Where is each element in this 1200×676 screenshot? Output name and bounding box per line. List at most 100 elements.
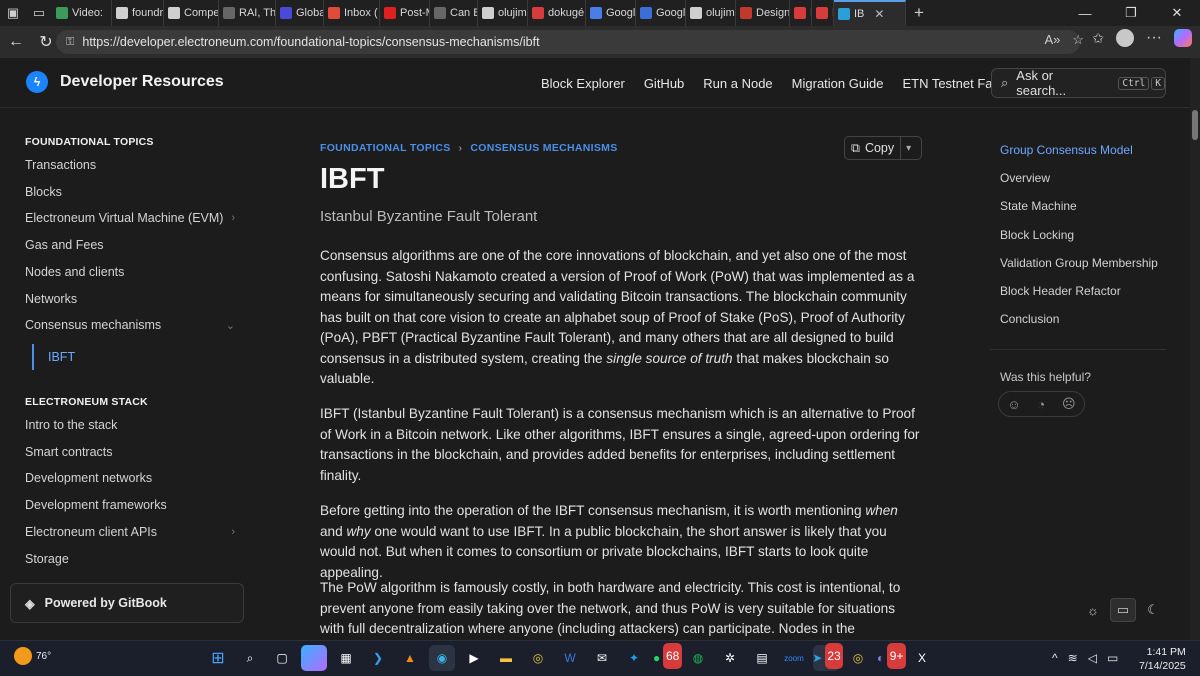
chrome-icon[interactable]: ◎: [525, 645, 551, 671]
nav-github[interactable]: GitHub: [644, 76, 684, 91]
sidebar-item-ibft[interactable]: IBFT: [32, 344, 232, 370]
chrome-profile-icon[interactable]: ◎: [845, 645, 871, 671]
toc-item-group-consensus[interactable]: Group Consensus Model: [1000, 143, 1133, 157]
toc-item-state-machine[interactable]: State Machine: [1000, 199, 1077, 213]
file-explorer-icon[interactable]: ▬: [493, 645, 519, 671]
telegram-icon[interactable]: ➤ 23: [812, 643, 843, 671]
vscode-icon[interactable]: ❯: [365, 645, 391, 671]
chevron-right-icon[interactable]: ›: [231, 212, 235, 224]
browser-tab[interactable]: Google: [636, 0, 686, 26]
sad-face-icon[interactable]: ☹: [1062, 396, 1076, 412]
back-icon[interactable]: ←: [2, 28, 30, 56]
light-theme-icon[interactable]: ☼: [1080, 598, 1106, 622]
chatgpt-icon[interactable]: ✲: [717, 645, 743, 671]
twitter-icon[interactable]: ✦: [621, 645, 647, 671]
word-icon[interactable]: W: [557, 645, 583, 671]
neutral-face-icon[interactable]: ◔: [1037, 397, 1045, 412]
url-field[interactable]: ⚿ https://developer.electroneum.com/foun…: [56, 30, 1080, 54]
browser-tab[interactable]: olujimi: [686, 0, 736, 26]
more-menu-icon[interactable]: ···: [1146, 29, 1162, 47]
profile-avatar[interactable]: [1116, 29, 1135, 47]
system-theme-icon[interactable]: ▭: [1110, 598, 1136, 622]
dark-theme-icon[interactable]: ☾: [1140, 598, 1166, 622]
browser-tab[interactable]: foundr: [112, 0, 164, 26]
notepad-icon[interactable]: ▤: [749, 645, 775, 671]
sidebar-item-smart-contracts[interactable]: Smart contracts: [25, 445, 235, 459]
sidebar-item-dev-frameworks[interactable]: Development frameworks: [25, 498, 235, 512]
browser-tab[interactable]: Inbox (: [324, 0, 380, 26]
x-app-icon[interactable]: X: [909, 645, 935, 671]
breadcrumb-foundational[interactable]: FOUNDATIONAL TOPICS: [320, 142, 451, 154]
toc-item-overview[interactable]: Overview: [1000, 171, 1050, 185]
spotify-icon[interactable]: ◍: [685, 645, 711, 671]
breadcrumb-consensus[interactable]: CONSENSUS MECHANISMS: [470, 142, 617, 154]
browser-tab[interactable]: Compe: [164, 0, 219, 26]
sidebar-item-storage[interactable]: Storage: [25, 552, 235, 566]
restore-icon[interactable]: ❐: [1108, 0, 1154, 26]
electroneum-logo-icon[interactable]: ϟ: [26, 71, 48, 93]
search-icon[interactable]: ⌕: [237, 645, 263, 671]
site-info-icon[interactable]: ⚿: [66, 36, 74, 49]
scrollbar-thumb[interactable]: [1192, 110, 1198, 140]
start-icon[interactable]: ⊞: [205, 645, 231, 671]
sidebar-item-intro-to-stack[interactable]: Intro to the stack: [25, 418, 235, 432]
copy-page-button[interactable]: ⧉ Copy: [845, 137, 902, 159]
weather-widget[interactable]: 76°: [14, 647, 51, 665]
close-window-icon[interactable]: ✕: [1154, 0, 1200, 26]
copy-options-chevron-icon[interactable]: ▾: [901, 143, 916, 154]
browser-tab[interactable]: Global: [276, 0, 324, 26]
chevron-right-icon[interactable]: ›: [231, 526, 235, 538]
sidebar-item-evm[interactable]: Electroneum Virtual Machine (EVM) ›: [25, 211, 235, 225]
site-title[interactable]: Developer Resources: [60, 73, 224, 91]
chevron-down-icon[interactable]: ⌄: [226, 319, 235, 332]
discord-icon[interactable]: ◐ 9+: [877, 643, 906, 671]
copilot-icon[interactable]: [1174, 29, 1192, 47]
close-tab-icon[interactable]: ✕: [874, 7, 884, 21]
browser-tab[interactable]: dokugé: [528, 0, 586, 26]
sidebar-item-consensus-mechanisms[interactable]: Consensus mechanisms ⌄: [25, 318, 235, 332]
browser-tab[interactable]: Can Bl: [430, 0, 478, 26]
media-player-icon[interactable]: ▶: [461, 645, 487, 671]
browser-tab[interactable]: DE: [812, 0, 834, 26]
copilot-app-icon[interactable]: [301, 645, 327, 671]
clock[interactable]: 1:41 PM 7/14/2025: [1139, 645, 1186, 673]
mail-icon[interactable]: ✉: [589, 645, 615, 671]
favorite-star-icon[interactable]: ☆: [1072, 32, 1084, 48]
battery-icon[interactable]: ▭: [1107, 651, 1118, 665]
nav-run-a-node[interactable]: Run a Node: [703, 76, 772, 91]
page-scrollbar[interactable]: [1190, 58, 1200, 640]
browser-tab[interactable]: Design: [736, 0, 790, 26]
wifi-icon[interactable]: ≋: [1068, 651, 1078, 665]
browser-tab[interactable]: RAI, Th: [219, 0, 276, 26]
copy-button[interactable]: ⧉ Copy ▾: [844, 136, 922, 160]
toc-item-block-locking[interactable]: Block Locking: [1000, 228, 1074, 242]
toc-item-block-header[interactable]: Block Header Refactor: [1000, 284, 1121, 298]
sidebar-item-client-apis[interactable]: Electroneum client APIs ›: [25, 525, 235, 539]
search-input[interactable]: ⌕ Ask or search... Ctrl K: [991, 68, 1166, 98]
browser-tab[interactable]: IB ✕: [834, 0, 906, 26]
browser-tab[interactable]: Video:: [52, 0, 112, 26]
sidebar-item-nodes-and-clients[interactable]: Nodes and clients: [25, 265, 235, 279]
store-icon[interactable]: ▦: [333, 645, 359, 671]
vertical-tabs-icon[interactable]: ▭: [26, 0, 52, 26]
zoom-icon[interactable]: zoom: [781, 645, 807, 671]
sidebar-item-gas-and-fees[interactable]: Gas and Fees: [25, 238, 235, 252]
new-tab-button[interactable]: +: [906, 0, 932, 26]
vlc-icon[interactable]: ▲: [397, 645, 423, 671]
browser-tab[interactable]: Google: [586, 0, 636, 26]
sidebar-item-blocks[interactable]: Blocks: [25, 185, 235, 199]
nav-migration-guide[interactable]: Migration Guide: [792, 76, 884, 91]
toc-item-conclusion[interactable]: Conclusion: [1000, 312, 1059, 326]
sidebar-item-transactions[interactable]: Transactions: [25, 158, 235, 172]
sidebar-item-networks[interactable]: Networks: [25, 292, 235, 306]
favorites-icon[interactable]: ✩: [1092, 30, 1104, 47]
powered-by-gitbook-link[interactable]: ◈ Powered by GitBook: [10, 583, 244, 623]
workspaces-icon[interactable]: ▣: [0, 0, 26, 26]
sidebar-item-dev-networks[interactable]: Development networks: [25, 471, 235, 485]
whatsapp-icon[interactable]: ● 68: [653, 643, 682, 671]
task-view-icon[interactable]: ▢: [269, 645, 295, 671]
happy-face-icon[interactable]: ☺: [1007, 397, 1020, 412]
browser-tab[interactable]: olujimi: [478, 0, 528, 26]
nav-block-explorer[interactable]: Block Explorer: [541, 76, 625, 91]
browser-tab[interactable]: DE: [790, 0, 812, 26]
